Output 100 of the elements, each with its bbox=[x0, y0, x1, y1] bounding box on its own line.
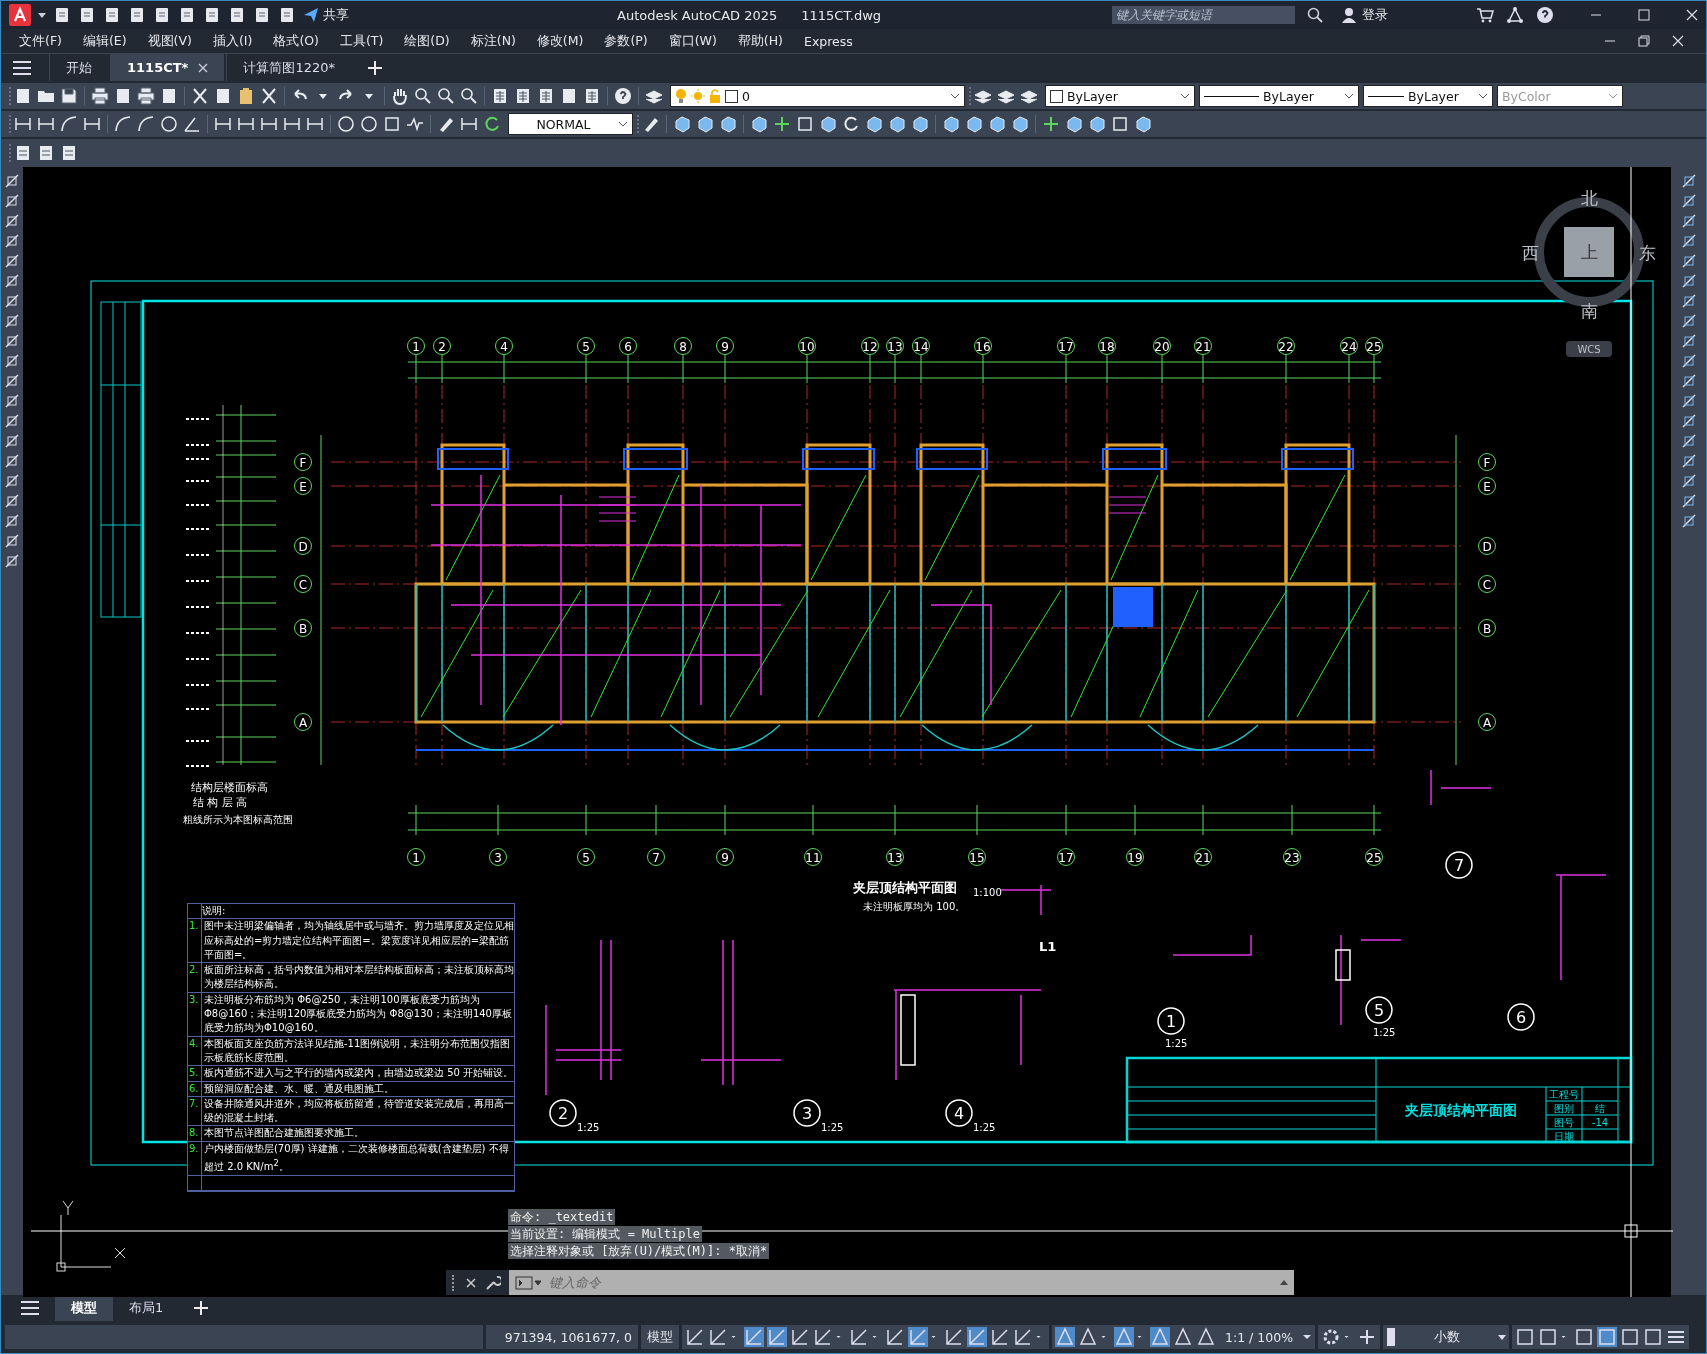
menu-item[interactable]: 帮助(H) bbox=[737, 32, 796, 50]
axis-label: 12 bbox=[860, 337, 879, 355]
note-text: 板面所注标高，括号内数值为相对本层结构板面标高；未注板顶标高均为楼层结构标高。 bbox=[202, 963, 514, 992]
menu-item[interactable]: 标注(N) bbox=[470, 32, 529, 50]
compass-north[interactable]: 北 bbox=[1580, 188, 1598, 208]
lock-icon bbox=[709, 89, 721, 103]
wrench-icon[interactable] bbox=[484, 1274, 501, 1291]
legend-subtitle: 结 构 层 高 bbox=[192, 796, 248, 809]
plan-title: 夹层顶结构平面图 bbox=[852, 880, 957, 895]
ucs-badge[interactable]: WCS bbox=[1565, 341, 1612, 357]
hand-icon[interactable] bbox=[391, 87, 409, 105]
dimension-icon[interactable] bbox=[14, 115, 32, 133]
axis-label: 22 bbox=[1276, 337, 1295, 355]
axis-label: E bbox=[293, 477, 312, 495]
command-field[interactable]: 键入命令 bbox=[508, 1270, 1294, 1295]
menu-item[interactable]: 窗口(W) bbox=[668, 32, 730, 50]
dimension-icon[interactable] bbox=[283, 115, 301, 133]
search-icon[interactable] bbox=[1307, 7, 1323, 23]
dimension-icon[interactable] bbox=[460, 115, 478, 133]
dimension-icon[interactable] bbox=[83, 115, 101, 133]
document-tab[interactable]: 计算简图1220* bbox=[226, 54, 351, 81]
zoom-icon[interactable] bbox=[414, 87, 432, 105]
gear-icon[interactable] bbox=[1321, 1327, 1341, 1347]
note-number: 7. bbox=[187, 1096, 202, 1126]
chevron-down-icon[interactable] bbox=[950, 93, 960, 99]
menu-item[interactable]: 修改(M) bbox=[536, 32, 597, 50]
units-dropdown[interactable]: 小数 bbox=[1383, 1325, 1509, 1349]
help-icon[interactable] bbox=[614, 87, 632, 105]
chevron-down-icon[interactable] bbox=[1478, 93, 1488, 99]
layer-dropdown[interactable]: 0 bbox=[670, 85, 965, 107]
cart-icon[interactable] bbox=[1476, 7, 1494, 23]
menu-item[interactable]: 插入(I) bbox=[212, 32, 266, 50]
axis-label: 15 bbox=[967, 848, 986, 866]
ruler-icon bbox=[1386, 1327, 1396, 1347]
close-icon[interactable] bbox=[1672, 35, 1684, 47]
sign-in-button[interactable]: 登录 bbox=[1335, 5, 1394, 25]
plan-scale: 1:100 bbox=[972, 887, 1002, 898]
dimension-icon[interactable] bbox=[306, 115, 324, 133]
axis-label: B bbox=[1477, 619, 1496, 637]
dimension-icon[interactable] bbox=[260, 115, 278, 133]
dimension-style-dropdown[interactable]: NORMAL bbox=[508, 113, 633, 135]
menu-item[interactable]: 编辑(E) bbox=[82, 32, 140, 50]
close-icon[interactable] bbox=[198, 62, 209, 73]
layout-tab[interactable]: 模型 bbox=[55, 1295, 113, 1321]
layout-tab[interactable]: 布局1 bbox=[113, 1295, 180, 1321]
chevron-down-icon[interactable] bbox=[1344, 93, 1354, 99]
zoom-icon[interactable] bbox=[460, 87, 478, 105]
view-cube-face[interactable]: 上 bbox=[1580, 242, 1598, 262]
zoom-icon[interactable] bbox=[437, 87, 455, 105]
linetype-dropdown[interactable]: ByLayer bbox=[1199, 85, 1359, 107]
menu-item[interactable]: 工具(T) bbox=[339, 32, 397, 50]
color-dropdown[interactable]: ByLayer bbox=[1045, 85, 1195, 107]
menu-icon[interactable] bbox=[13, 60, 31, 75]
detail-marker: 2 bbox=[549, 1099, 577, 1127]
restore-icon[interactable] bbox=[1638, 35, 1650, 47]
close-icon[interactable] bbox=[1686, 9, 1698, 21]
menu-item[interactable]: Express bbox=[804, 33, 866, 49]
app-logo-icon[interactable] bbox=[9, 4, 31, 26]
menu-icon[interactable] bbox=[21, 1301, 39, 1315]
axis-label: 25 bbox=[1364, 848, 1383, 866]
menu-item[interactable]: 文件(F) bbox=[19, 32, 75, 50]
model-space-button[interactable]: 模型 bbox=[641, 1325, 679, 1349]
menu-item[interactable]: 视图(V) bbox=[147, 32, 205, 50]
detail-marker: 6 bbox=[1507, 1003, 1535, 1031]
close-icon[interactable] bbox=[464, 1276, 477, 1289]
calculator-icon[interactable] bbox=[583, 87, 601, 105]
compass-east[interactable]: 东 bbox=[1638, 243, 1656, 263]
target-icon[interactable] bbox=[337, 115, 355, 133]
note-text: 本图板面支座负筋方法详见结施-11图例说明，未注明分布范围仅指图示板底筋长度范围。 bbox=[202, 1036, 512, 1065]
help-icon[interactable] bbox=[1536, 6, 1554, 24]
menu-item[interactable]: 绘图(D) bbox=[404, 32, 463, 50]
clipboard-icon[interactable] bbox=[237, 87, 255, 105]
menu-item[interactable]: 参数(P) bbox=[604, 32, 661, 50]
document-tab[interactable]: 开始 bbox=[49, 54, 108, 81]
axis-label: 10 bbox=[797, 337, 816, 355]
axis-label: 5 bbox=[576, 848, 595, 866]
axis-label: 23 bbox=[1282, 848, 1301, 866]
dimension-icon[interactable] bbox=[237, 115, 255, 133]
search-field[interactable]: 键入关键字或短语 bbox=[1112, 6, 1295, 24]
axis-label: A bbox=[293, 713, 312, 731]
file-name: 1115CT.dwg bbox=[801, 7, 882, 23]
detail-marker: 5 bbox=[1365, 996, 1393, 1024]
maximize-icon[interactable] bbox=[1638, 9, 1650, 21]
axis-label: 9 bbox=[715, 848, 734, 866]
dimension-icon[interactable] bbox=[37, 115, 55, 133]
lineweight-dropdown[interactable]: ByLayer bbox=[1363, 85, 1493, 107]
axis-label: C bbox=[1477, 575, 1496, 593]
axis-label: 9 bbox=[715, 337, 734, 355]
share-button[interactable]: 共享 bbox=[303, 6, 349, 24]
document-tab[interactable]: 1115CT* bbox=[110, 54, 225, 81]
compass-west[interactable]: 西 bbox=[1521, 243, 1539, 263]
menu-item[interactable]: 格式(O) bbox=[273, 32, 332, 50]
network-icon[interactable] bbox=[1506, 7, 1524, 23]
chevron-down-icon[interactable] bbox=[618, 121, 628, 127]
compass-south[interactable]: 南 bbox=[1580, 301, 1598, 321]
dimension-icon[interactable] bbox=[214, 115, 232, 133]
user-icon bbox=[1341, 7, 1357, 23]
chevron-down-icon[interactable] bbox=[1180, 93, 1190, 99]
axis-label: 13 bbox=[885, 848, 904, 866]
terminal-icon[interactable] bbox=[514, 1275, 541, 1290]
